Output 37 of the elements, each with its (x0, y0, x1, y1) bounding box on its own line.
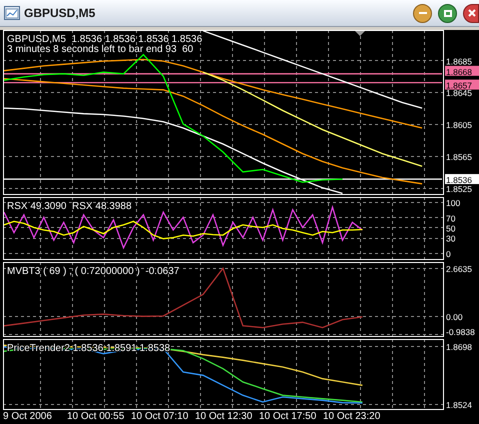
close-icon (468, 9, 476, 17)
y-tick-label: 0 (446, 248, 451, 259)
price-tag: 1.8657 (445, 80, 479, 91)
price-tag: 1.8668 (445, 66, 479, 77)
chart-window-icon (4, 6, 20, 20)
y-tick-label: 2.6635 (446, 264, 472, 274)
close-button[interactable] (463, 4, 479, 22)
price-tag: 1.8536 (445, 174, 479, 186)
time-axis-label: 10 Oct 23:20 (323, 410, 382, 424)
y-tick-label: -0.9838 (446, 327, 475, 337)
y-tick-label: 70 (446, 213, 456, 224)
y-tick-label: 30 (446, 234, 456, 244)
chart-legend: RSX 49.3090 RSX 48.3988 (7, 201, 132, 212)
y-tick-label: 1.8698 (446, 342, 472, 352)
time-axis-label: 10 Oct 00:55 (67, 410, 126, 424)
time-axis-label: 10 Oct 17:50 (259, 410, 318, 424)
time-axis-label: 10 Oct 07:10 (131, 410, 190, 424)
chart-legend: 3 minutes 8 seconds left to bar end 93 60 (7, 44, 194, 55)
time-axis-label: 10 Oct 12:30 (195, 410, 254, 424)
chart-legend: MVBT3 ( 69 ) , ( 0.72000000 ) -0.0637 (7, 266, 180, 277)
y-tick-label: 50 (446, 223, 456, 234)
y-tick-label: 1.8685 (446, 56, 472, 66)
y-tick-label: 100 (446, 198, 460, 208)
y-tick-label: 1.8565 (446, 152, 472, 162)
time-axis-label: 9 Oct 2006 (3, 410, 53, 424)
series-label: 1.8536 (446, 175, 472, 186)
y-tick-label: 1.8605 (446, 120, 472, 130)
y-tick-label: 1.8524 (446, 400, 472, 410)
chart-legend: GBPUSD,M5 1.8536 1.8536 1.8536 1.8536 (7, 34, 202, 45)
maximize-button[interactable] (438, 4, 457, 22)
minimize-button[interactable] (413, 4, 432, 22)
y-tick-label: 0.00 (446, 312, 463, 322)
y-tick-label: 1.8525 (446, 184, 472, 194)
window-title: GBPUSD,M5 (24, 5, 96, 22)
y-tick-label: 1.8645 (446, 88, 472, 98)
series-label: 1.8668 (446, 66, 472, 77)
legend-label: 1.8657 (446, 80, 472, 91)
